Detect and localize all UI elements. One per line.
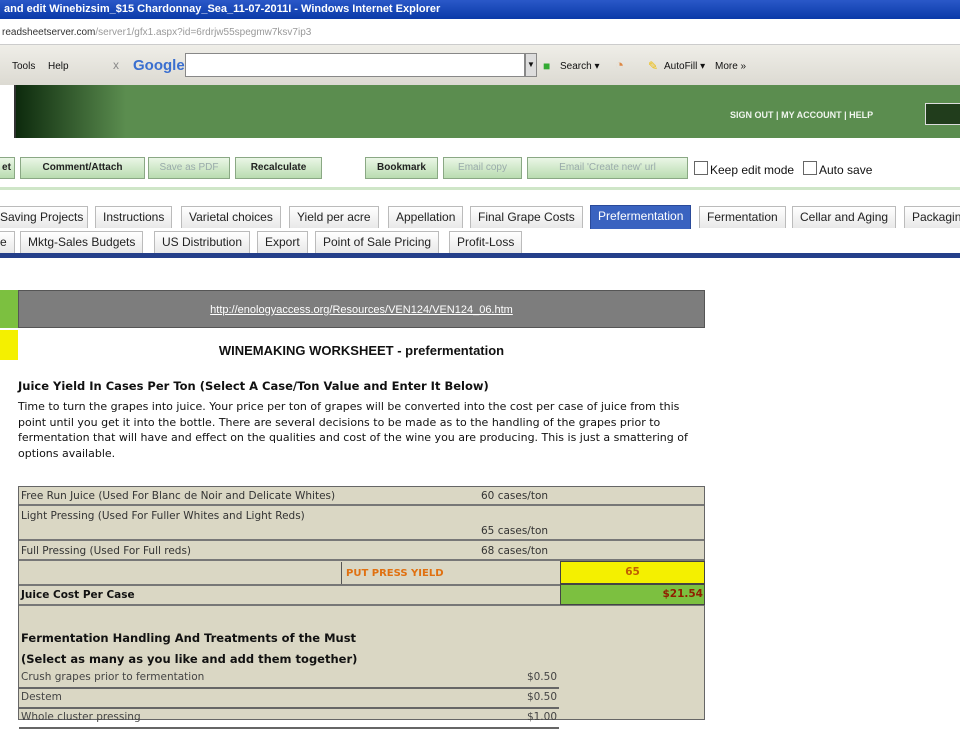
tab-saving-projects[interactable]: Saving Projects (0, 206, 88, 228)
juice-yield-heading: Juice Yield In Cases Per Ton (Select A C… (18, 379, 489, 393)
tab-export[interactable]: Export (257, 231, 308, 253)
fermentation-subheading: (Select as many as you like and add them… (21, 652, 358, 666)
tab-instructions[interactable]: Instructions (95, 206, 173, 228)
close-icon[interactable]: x (113, 58, 119, 72)
separator: | (844, 110, 847, 120)
input-cell[interactable] (0, 330, 18, 360)
url-path: /server1/gfx1.aspx?id=6rdrjw55spegmw7ksv… (95, 27, 312, 38)
email-url-button[interactable]: Email 'Create new' url (527, 157, 688, 179)
yield-label: Full Pressing (Used For Full reds) (21, 545, 192, 557)
table-row[interactable]: Light Pressing (Used For Fuller Whites a… (19, 506, 704, 541)
google-search-button[interactable]: Search ▾ (560, 61, 599, 72)
keep-edit-mode-label: Keep edit mode (710, 163, 795, 177)
treatment-label: Crush grapes prior to fermentation (21, 671, 205, 683)
window-title: and edit Winebizsim_$15 Chardonnay_Sea_1… (0, 0, 960, 19)
tab-cellar-aging[interactable]: Cellar and Aging (792, 206, 897, 228)
save-as-pdf-button[interactable]: Save as PDF (148, 157, 230, 179)
address-bar[interactable]: readsheetserver.com/server1/gfx1.aspx?id… (0, 19, 960, 45)
press-yield-input[interactable]: 65 (560, 561, 705, 584)
resource-link[interactable]: http://enologyaccess.org/Resources/VEN12… (210, 304, 513, 316)
yield-table: Free Run Juice (Used For Blanc de Noir a… (18, 486, 705, 729)
tab-mktg-sales-budgets[interactable]: Mktg-Sales Budgets (20, 231, 144, 253)
header-search-box[interactable] (925, 103, 960, 125)
separator: | (776, 110, 779, 120)
treatment-cost: $1.00 (526, 711, 557, 723)
my-account-link[interactable]: MY ACCOUNT (781, 110, 842, 120)
divider (0, 187, 960, 190)
yield-label: Free Run Juice (Used For Blanc de Noir a… (21, 490, 336, 502)
comment-attach-button[interactable]: Comment/Attach (20, 157, 145, 179)
resource-link-bar: http://enologyaccess.org/Resources/VEN12… (18, 290, 705, 328)
list-item[interactable]: Crush grapes prior to fermentation $0.50 (19, 671, 559, 689)
auto-save-checkbox[interactable] (803, 161, 817, 175)
tab-us-distribution[interactable]: US Distribution (154, 231, 251, 253)
treatment-label: Destem (21, 691, 62, 703)
tab-partial[interactable]: e (0, 231, 15, 253)
treatment-cost: $0.50 (526, 691, 557, 703)
menu-help[interactable]: Help (48, 61, 69, 72)
intro-paragraph: Time to turn the grapes into juice. Your… (18, 400, 688, 460)
chevron-down-icon[interactable]: ▼ (525, 53, 537, 77)
url-host: readsheetserver.com (2, 27, 96, 38)
tab-underline (0, 253, 960, 258)
tab-fermentation[interactable]: Fermentation (699, 206, 786, 228)
email-copy-button[interactable]: Email copy (443, 157, 522, 179)
tab-profit-loss[interactable]: Profit-Loss (449, 231, 523, 253)
treatment-cost: $0.50 (526, 671, 557, 683)
yield-value: 68 cases/ton (481, 545, 549, 557)
recalculate-button[interactable]: Recalculate (235, 157, 322, 179)
google-search-input[interactable] (185, 53, 525, 77)
juice-cost-value: $21.54 (560, 584, 705, 605)
menu-tools[interactable]: Tools (12, 61, 35, 72)
yield-value: 65 cases/ton (481, 525, 549, 537)
search-icon: ■ (543, 59, 551, 73)
sign-out-link[interactable]: SIGN OUT (730, 110, 774, 120)
worksheet-title: WINEMAKING WORKSHEET - prefermentation (218, 343, 505, 358)
reset-button[interactable]: et (0, 157, 15, 179)
list-item[interactable]: Whole cluster pressing $1.00 (19, 711, 559, 729)
help-link[interactable]: HELP (849, 110, 873, 120)
put-press-yield-label: PUT PRESS YIELD (341, 562, 561, 585)
bookmark-button[interactable]: Bookmark (365, 157, 438, 179)
autofill-button[interactable]: AutoFill ▾ (664, 61, 705, 72)
juice-cost-label: Juice Cost Per Case (21, 589, 135, 601)
google-logo: Google (133, 57, 185, 74)
tab-appellation[interactable]: Appellation (388, 206, 464, 228)
fermentation-heading: Fermentation Handling And Treatments of … (21, 631, 357, 645)
browser-toolbar: Tools Help x Google ▼ ■ Search ▾ ◔ ✎ Aut… (0, 45, 960, 85)
list-item[interactable]: Destem $0.50 (19, 691, 559, 709)
status-cell (0, 290, 18, 328)
yield-value: 60 cases/ton (481, 490, 549, 502)
tab-packaging[interactable]: Packaging (904, 206, 960, 228)
table-row[interactable]: Full Pressing (Used For Full reds) 68 cas… (19, 541, 704, 561)
keep-edit-mode-checkbox[interactable] (694, 161, 708, 175)
tab-prefermentation[interactable]: Prefermentation (590, 205, 692, 229)
yield-label: Light Pressing (Used For Fuller Whites a… (21, 510, 305, 522)
more-button[interactable]: More » (715, 61, 746, 72)
tab-varietal-choices[interactable]: Varietal choices (181, 206, 281, 228)
tab-yield-per-acre[interactable]: Yield per acre (289, 206, 379, 228)
account-links: SIGN OUT | MY ACCOUNT | HELP (730, 110, 873, 120)
table-row[interactable]: Free Run Juice (Used For Blanc de Noir a… (19, 487, 704, 506)
tab-final-grape-costs[interactable]: Final Grape Costs (470, 206, 583, 228)
tab-point-of-sale-pricing[interactable]: Point of Sale Pricing (315, 231, 440, 253)
logo (0, 85, 16, 138)
pencil-icon: ✎ (648, 59, 659, 73)
treatment-label: Whole cluster pressing (21, 711, 141, 723)
refresh-icon[interactable]: ◔ (615, 57, 624, 74)
site-header: SIGN OUT | MY ACCOUNT | HELP (0, 85, 960, 138)
auto-save-label: Auto save (819, 163, 873, 177)
header-banner (16, 85, 126, 138)
